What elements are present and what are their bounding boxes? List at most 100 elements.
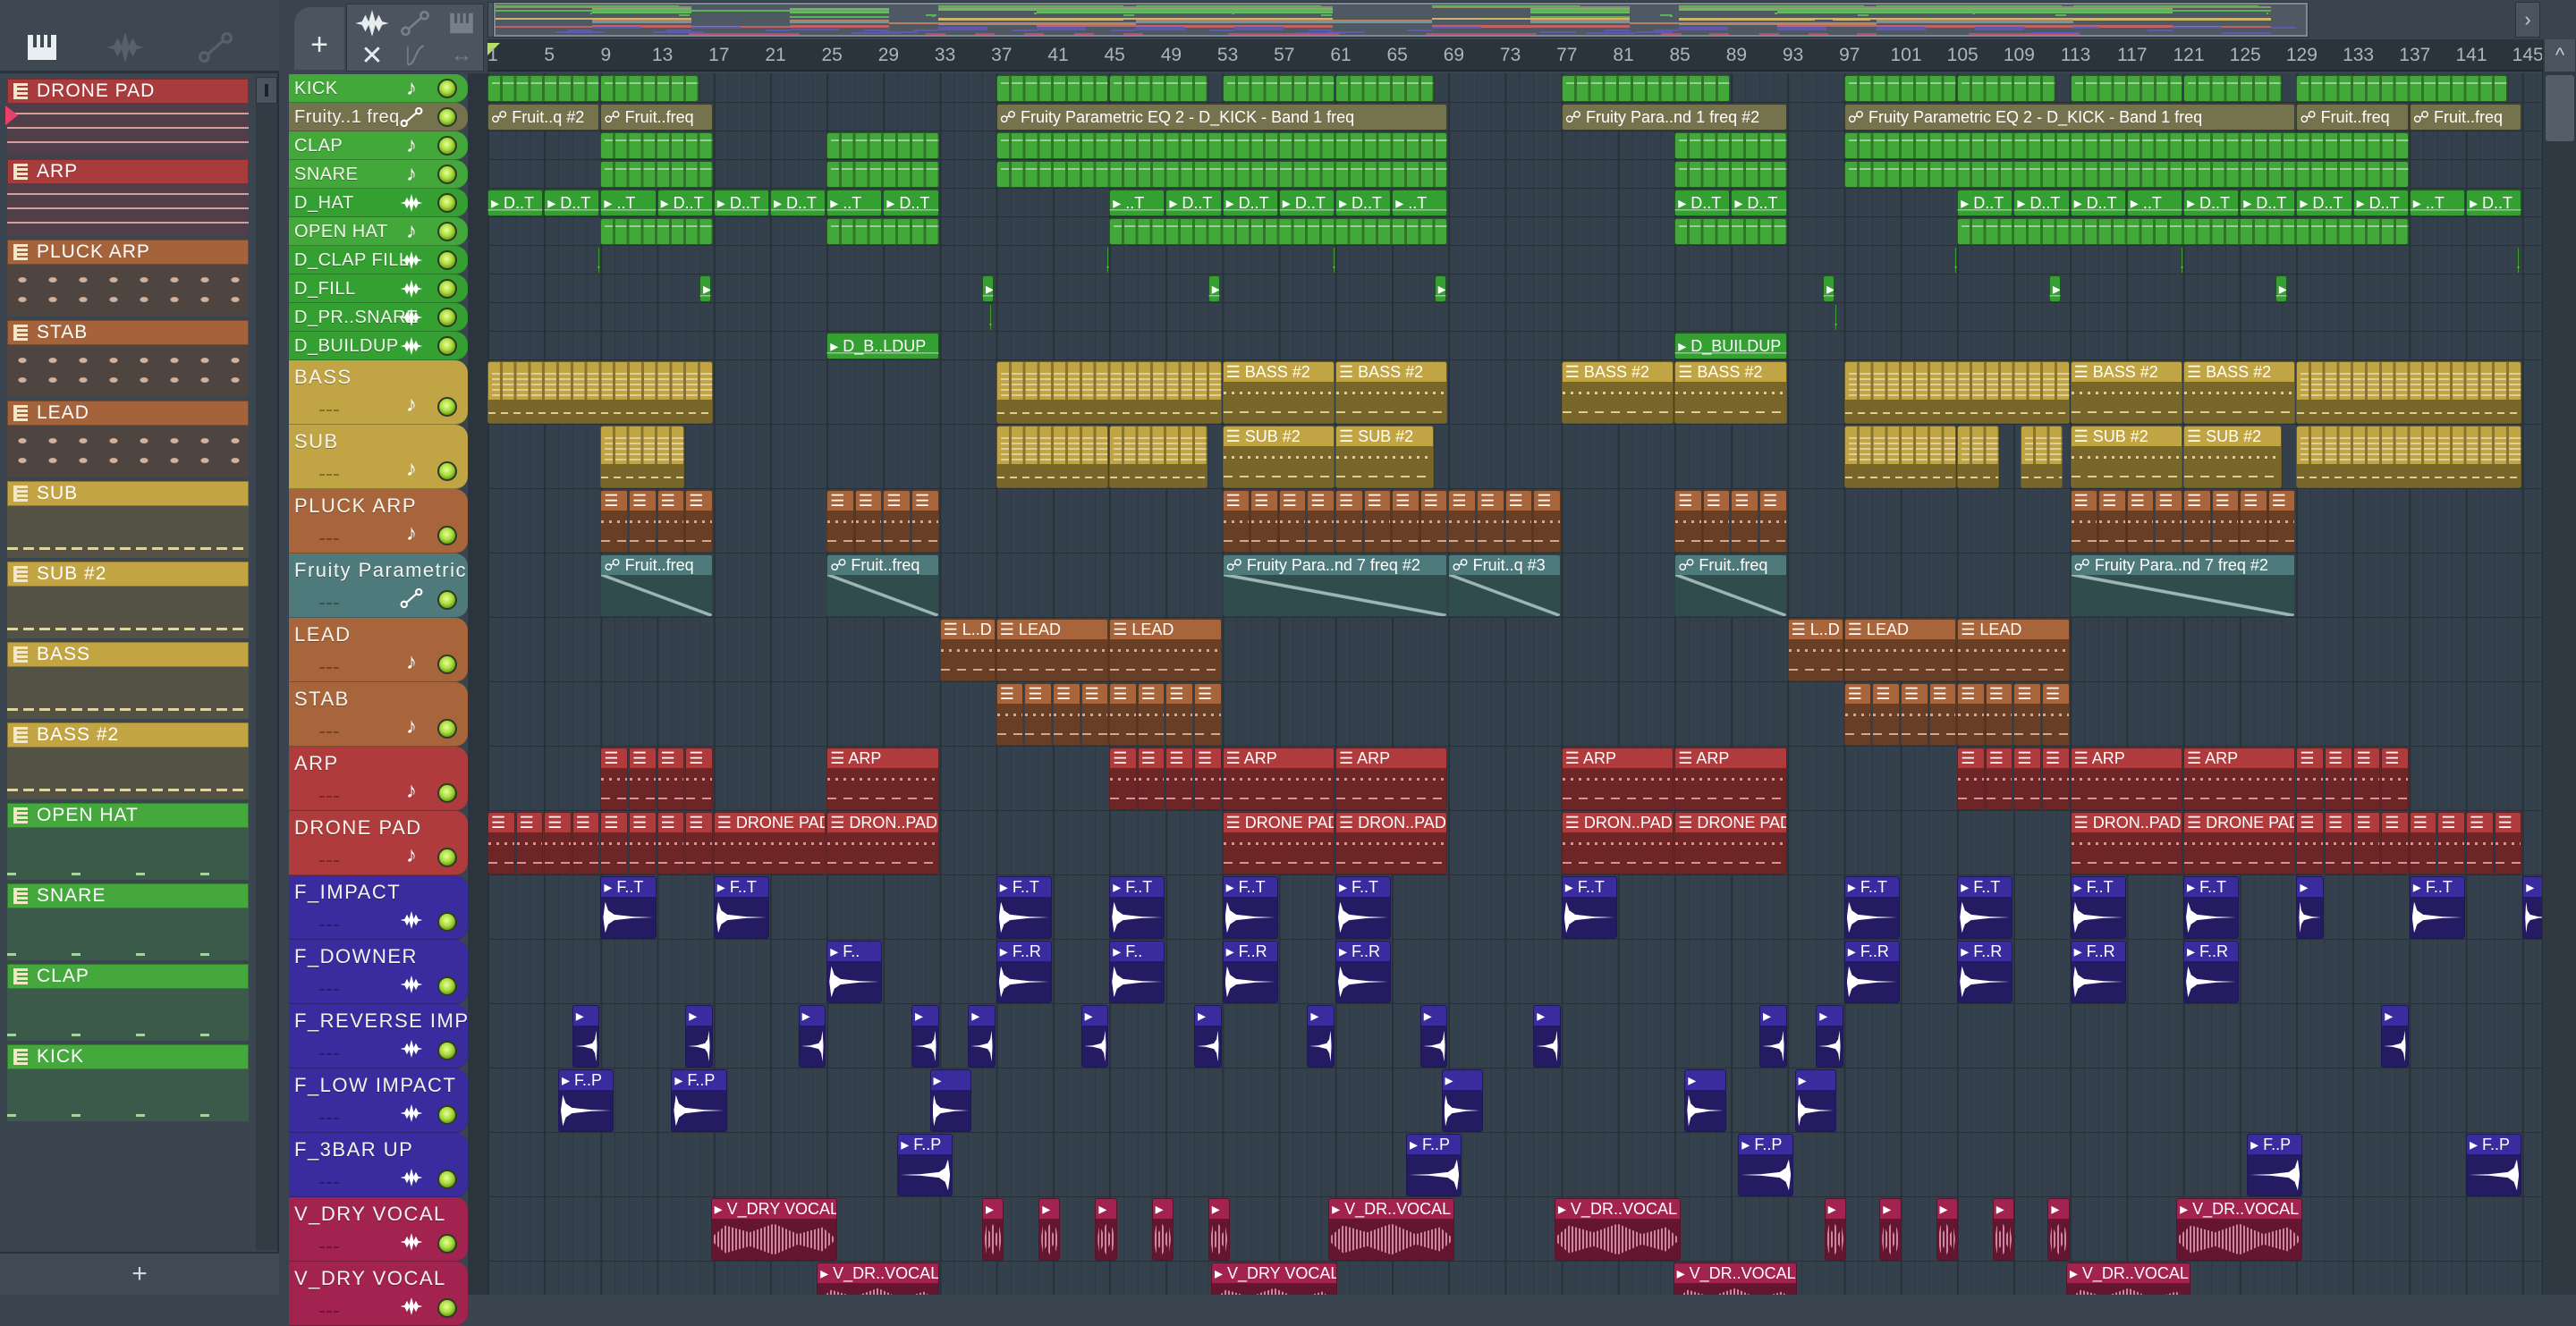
- clip-v-dry-vocal[interactable]: ▸: [1824, 1198, 1846, 1261]
- clip-kick[interactable]: [487, 75, 600, 102]
- clip-pluck-arp[interactable]: ☰: [1759, 490, 1787, 553]
- clip-d-buildup[interactable]: ▸ D_BUILDUP: [1674, 333, 1787, 359]
- clip-f-impact[interactable]: ▸ F..T: [2183, 876, 2240, 939]
- clip-d-hat[interactable]: ▸ D..T: [1165, 190, 1222, 216]
- clip-drone-pad[interactable]: ☰: [572, 812, 600, 874]
- clip-f-low-impact[interactable]: ▸: [1794, 1069, 1836, 1132]
- clip-f-3bar-up[interactable]: ▸ F..P: [1406, 1134, 1462, 1196]
- clip-sub[interactable]: [600, 426, 685, 488]
- clip-f-reverse-impact[interactable]: ▸: [2381, 1005, 2409, 1068]
- clip-arp[interactable]: ☰ ARP: [826, 747, 939, 810]
- track-mute-toggle[interactable]: [437, 107, 457, 127]
- track-mute-toggle[interactable]: [437, 79, 457, 98]
- track-mute-toggle[interactable]: [437, 461, 457, 481]
- track-header-f-low-impact[interactable]: F_LOW IMPACT: [289, 1068, 468, 1133]
- clip-arp[interactable]: ☰ ARP: [1222, 747, 1335, 810]
- clip-bass[interactable]: ☰ BASS #2: [2070, 361, 2182, 424]
- clip-sub[interactable]: [996, 426, 1109, 488]
- clip-d-hat[interactable]: ▸ D..T: [1278, 190, 1335, 216]
- clip-f-reverse-impact[interactable]: ▸: [968, 1005, 996, 1068]
- clip-arp[interactable]: ☰: [600, 747, 628, 810]
- clip-stab[interactable]: ☰: [1843, 683, 1872, 746]
- clip-f-3bar-up[interactable]: ▸ F..P: [2247, 1134, 2303, 1196]
- clip-v-dry-vocal[interactable]: ▸: [1038, 1198, 1061, 1261]
- track-mute-toggle[interactable]: [437, 136, 457, 156]
- waveform-icon[interactable]: [106, 32, 145, 63]
- clip-kick[interactable]: [1335, 75, 1434, 102]
- clip-snare[interactable]: [826, 161, 939, 188]
- clip-drone-pad[interactable]: ☰: [2296, 812, 2324, 874]
- pattern-item-header[interactable]: DRONE PAD: [7, 79, 249, 104]
- clip-v-dry-vocal[interactable]: ▸ V_DR..VOCAL: [817, 1263, 939, 1295]
- clip-open-hat[interactable]: [600, 218, 713, 245]
- clip-drone-pad[interactable]: ☰ DRONE PAD: [2183, 812, 2296, 874]
- track-header-v-dry-vocal[interactable]: V_DRY VOCAL: [289, 1262, 468, 1326]
- clip-pluck-arp[interactable]: ☰: [2155, 490, 2182, 553]
- clip-lead[interactable]: ☰ L..D: [1787, 619, 1843, 681]
- clip-d-hat[interactable]: ▸ ..T: [600, 190, 657, 216]
- clip-arp[interactable]: ☰: [1109, 747, 1137, 810]
- clip-lead[interactable]: ☰ LEAD: [1843, 619, 1957, 681]
- clip-arp[interactable]: ☰: [2296, 747, 2324, 810]
- clip-arp[interactable]: ☰ ARP: [1674, 747, 1787, 810]
- clip-arp[interactable]: ☰: [1194, 747, 1222, 810]
- playlist-grid[interactable]: ☍ Fruit..q #2 ☍ Fruit..freq ☍ Fruity Param…: [487, 73, 2542, 1295]
- clip-sub[interactable]: [1843, 426, 1957, 488]
- clip-drone-pad[interactable]: ☰ DRON..PAD: [1561, 812, 1674, 874]
- clip-lead[interactable]: ☰ LEAD: [1957, 619, 2070, 681]
- clip-clap[interactable]: [1843, 132, 2409, 159]
- clip-f-impact[interactable]: ▸ F..T: [713, 876, 769, 939]
- clip-bass[interactable]: ☰ BASS #2: [1222, 361, 1335, 424]
- clip-bass[interactable]: ☰ BASS #2: [1335, 361, 1448, 424]
- pattern-item-header[interactable]: ARP: [7, 159, 249, 184]
- clip-fruity-1-freq[interactable]: ☍ Fruity Parametric EQ 2 - D_KICK - Band…: [996, 104, 1448, 131]
- clip-kick[interactable]: [2070, 75, 2182, 102]
- clip-sub[interactable]: ☰ SUB #2: [1335, 426, 1434, 488]
- clip-pluck-arp[interactable]: ☰: [1448, 490, 1476, 553]
- clip-bass[interactable]: [2296, 361, 2522, 424]
- clip-f-downer[interactable]: ▸ F..: [826, 941, 883, 1003]
- clip-arp[interactable]: ☰: [2381, 747, 2409, 810]
- clip-f-low-impact[interactable]: ▸ F..P: [558, 1069, 614, 1132]
- clip-bass[interactable]: ☰ BASS #2: [2183, 361, 2296, 424]
- clip-drone-pad[interactable]: ☰: [2466, 812, 2494, 874]
- track-header-f-reverse-impact[interactable]: F_REVERSE IMPACT: [289, 1004, 468, 1068]
- clip-stab[interactable]: ☰: [1928, 683, 1957, 746]
- clip-pluck-arp[interactable]: ☰: [1222, 490, 1250, 553]
- clip-open-hat[interactable]: [1109, 218, 1448, 245]
- pattern-item-header[interactable]: CLAP: [7, 964, 249, 989]
- clip-d-hat[interactable]: ▸ D..T: [770, 190, 826, 216]
- clip-f-reverse-impact[interactable]: ▸: [572, 1005, 600, 1068]
- clip-f-reverse-impact[interactable]: ▸: [1419, 1005, 1448, 1068]
- pattern-item-stab[interactable]: STAB: [7, 320, 249, 397]
- clip-sub[interactable]: [2021, 426, 2063, 488]
- clip-f-low-impact[interactable]: ▸: [1441, 1069, 1483, 1132]
- clip-v-dry-vocal[interactable]: ▸ V_DRY VOCAL: [710, 1198, 837, 1261]
- pattern-item-kick[interactable]: KICK: [7, 1044, 249, 1121]
- clip-f-low-impact[interactable]: ▸: [1684, 1069, 1726, 1132]
- pattern-item-header[interactable]: SNARE: [7, 883, 249, 908]
- clip-pluck-arp[interactable]: ☰: [629, 490, 657, 553]
- clip-arp[interactable]: ☰: [2042, 747, 2070, 810]
- clip-d-clap-fill[interactable]: [2516, 247, 2520, 274]
- track-mute-toggle[interactable]: [437, 1041, 457, 1060]
- clip-drone-pad[interactable]: ☰: [2409, 812, 2437, 874]
- clip-d-hat[interactable]: ▸ ..T: [2126, 190, 2182, 216]
- clip-sub[interactable]: [1957, 426, 1999, 488]
- clip-arp[interactable]: ☰: [1957, 747, 1985, 810]
- track-mute-toggle[interactable]: [437, 336, 457, 356]
- clip-d-hat[interactable]: ▸ ..T: [1392, 190, 1448, 216]
- clip-pluck-arp[interactable]: ☰: [2240, 490, 2267, 553]
- clip-snare[interactable]: [600, 161, 713, 188]
- pattern-item-header[interactable]: KICK: [7, 1044, 249, 1069]
- pattern-item-pluck-arp[interactable]: PLUCK ARP: [7, 240, 249, 317]
- clip-pluck-arp[interactable]: ☰: [1504, 490, 1533, 553]
- pattern-item-bass[interactable]: BASS: [7, 642, 249, 719]
- clip-f-reverse-impact[interactable]: ▸: [798, 1005, 826, 1068]
- clip-clap[interactable]: [1674, 132, 1787, 159]
- track-header-bass[interactable]: BASS ♪: [289, 360, 468, 425]
- clip-lead[interactable]: ☰ LEAD: [1109, 619, 1222, 681]
- track-header-clap[interactable]: CLAP ♪: [289, 131, 468, 160]
- automation-icon[interactable]: [199, 32, 233, 63]
- clip-clap[interactable]: [996, 132, 1448, 159]
